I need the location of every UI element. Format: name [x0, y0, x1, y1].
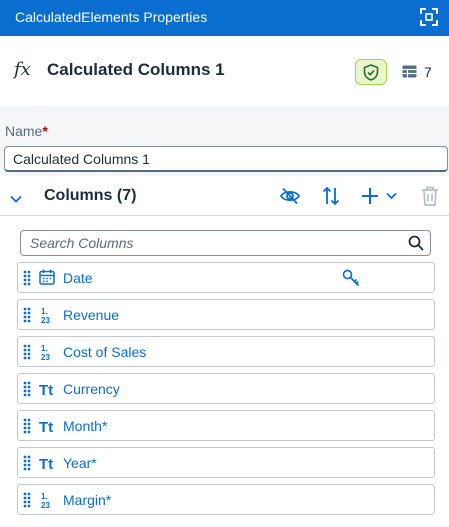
svg-text:1.: 1. [41, 492, 48, 501]
text-type-icon: Tt [39, 417, 59, 436]
drag-handle-icon [23, 270, 31, 286]
name-input[interactable] [4, 146, 448, 172]
svg-text:23: 23 [41, 353, 50, 361]
column-name: Cost of Sales [63, 344, 147, 360]
hide-columns-button[interactable] [279, 185, 301, 207]
search-input[interactable] [22, 232, 402, 254]
eye-slash-icon [279, 187, 301, 205]
column-name: Margin* [63, 492, 112, 508]
drag-handle-icon [23, 381, 31, 397]
column-row-month[interactable]: Tt Month* [17, 410, 435, 441]
column-name: Year* [63, 455, 97, 471]
required-marker: * [42, 123, 48, 139]
object-title: Calculated Columns 1 [47, 60, 225, 79]
calendar-icon [39, 269, 59, 287]
trash-icon [422, 186, 438, 206]
key-icon [342, 269, 360, 292]
window-title: CalculatedElements Properties [15, 9, 208, 25]
columns-section-header: Columns (7) [0, 176, 449, 216]
collapse-chevron-icon[interactable] [10, 190, 22, 208]
drag-handle-icon [23, 418, 31, 434]
number-type-icon: 1. 23 [39, 343, 59, 362]
text-type-icon: Tt [39, 454, 59, 473]
table-icon [402, 65, 417, 83]
svg-text:1.: 1. [41, 344, 48, 353]
columns-section: Columns (7) Search Columns Date 1. 23 Re… [0, 176, 449, 527]
validation-button[interactable] [355, 59, 387, 85]
svg-text:Tt: Tt [39, 419, 53, 435]
drag-handle-icon [23, 455, 31, 471]
columns-section-title: Columns (7) [44, 187, 137, 204]
expand-icon[interactable] [420, 8, 438, 26]
svg-text:1.: 1. [41, 307, 48, 316]
plus-icon [362, 188, 378, 204]
svg-text:23: 23 [41, 316, 50, 324]
column-count: 7 [424, 64, 432, 80]
column-row-revenue[interactable]: 1. 23 Revenue [17, 299, 435, 330]
svg-text:23: 23 [41, 501, 50, 509]
column-row-year[interactable]: Tt Year* [17, 447, 435, 478]
column-name: Revenue [63, 307, 120, 323]
sort-button[interactable] [320, 185, 342, 207]
formula-icon: fx [14, 59, 31, 80]
title-bar: CalculatedElements Properties [0, 0, 449, 36]
column-name: Currency [63, 381, 120, 397]
column-row-cost-of-sales[interactable]: 1. 23 Cost of Sales [17, 336, 435, 367]
column-name: Date [63, 270, 93, 286]
svg-text:Tt: Tt [39, 382, 53, 398]
drag-handle-icon [23, 492, 31, 508]
text-type-icon: Tt [39, 380, 59, 399]
object-header: fx Calculated Columns 1 7 [0, 36, 449, 106]
sort-icon [322, 186, 340, 206]
properties-content: Name* Columns (7) [0, 106, 449, 527]
chevron-down-icon [386, 192, 397, 200]
column-row-margin[interactable]: 1. 23 Margin* [17, 484, 435, 515]
column-search [20, 230, 431, 256]
name-label: Name* [5, 123, 48, 139]
svg-text:Tt: Tt [39, 456, 53, 472]
number-type-icon: 1. 23 [39, 491, 59, 510]
drag-handle-icon [23, 344, 31, 360]
number-type-icon: 1. 23 [39, 306, 59, 325]
drag-handle-icon [23, 307, 31, 323]
add-column-button[interactable] [359, 185, 401, 207]
shield-check-icon [363, 64, 379, 81]
column-name: Month* [63, 418, 108, 434]
search-icon[interactable] [408, 235, 424, 256]
column-row-date[interactable]: Date [17, 262, 435, 293]
delete-column-button[interactable] [420, 185, 442, 207]
column-row-currency[interactable]: Tt Currency [17, 373, 435, 404]
